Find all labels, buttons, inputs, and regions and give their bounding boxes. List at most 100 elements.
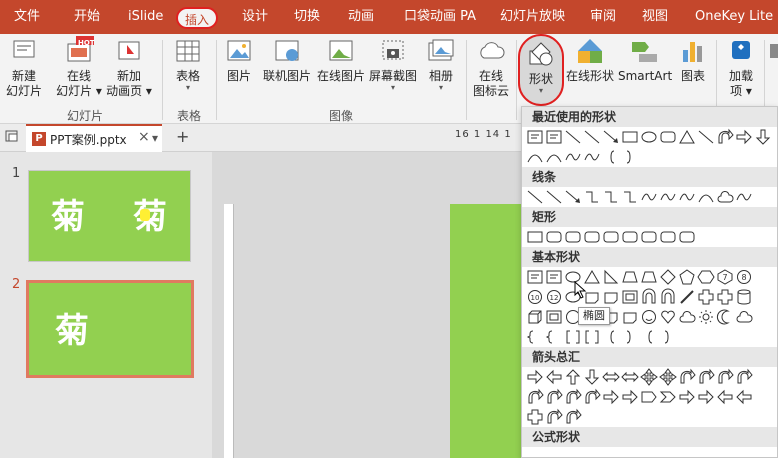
shape-ca[interactable] [678, 368, 696, 386]
new-slide-button[interactable]: 新建 幻灯片 [4, 36, 44, 99]
shape-n12[interactable]: 12 [545, 288, 563, 306]
shape-mn[interactable] [716, 308, 734, 326]
new-animation-page-button[interactable]: 新加 动画页 ▾ [106, 36, 152, 99]
shape-lb[interactable] [602, 148, 620, 166]
shape-pg[interactable] [678, 268, 696, 286]
shape-rr[interactable] [640, 228, 658, 246]
shape-cv[interactable] [697, 188, 715, 206]
shape-rc[interactable] [526, 228, 544, 246]
shape-wv[interactable] [564, 148, 582, 166]
shape-rb[interactable] [659, 328, 677, 346]
tab-design[interactable]: 设计 [242, 0, 268, 34]
shape-rr[interactable] [545, 228, 563, 246]
slide-canvas[interactable] [450, 204, 522, 458]
shape-cl[interactable] [678, 308, 696, 326]
shape-dm[interactable] [659, 268, 677, 286]
shape-lr[interactable] [621, 368, 639, 386]
shape-cv[interactable] [545, 148, 563, 166]
shape-ln[interactable] [545, 188, 563, 206]
shape-fr[interactable] [545, 308, 563, 326]
shape-ca[interactable] [697, 368, 715, 386]
new-tab-icon[interactable]: + [176, 127, 189, 146]
tab-insert[interactable]: 插入 [176, 7, 219, 29]
shape-ra[interactable] [526, 368, 544, 386]
shape-ln[interactable] [697, 128, 715, 146]
addins-button[interactable]: 加载 项 ▾ [722, 36, 760, 99]
shape-ca[interactable] [564, 408, 582, 426]
shape-lb[interactable] [602, 328, 620, 346]
shape-fn[interactable] [602, 288, 620, 306]
shape-rr[interactable] [659, 228, 677, 246]
shape-el3[interactable] [602, 188, 620, 206]
shape-ra[interactable] [735, 128, 753, 146]
shape-rr[interactable] [678, 228, 696, 246]
shape-ht[interactable] [659, 308, 677, 326]
shape-tb[interactable] [526, 128, 544, 146]
table-button[interactable]: 表格 ▾ [170, 36, 206, 92]
tab-transitions[interactable]: 切换 [294, 0, 320, 34]
tab-islide[interactable]: iSlide [128, 0, 163, 34]
shape-hx[interactable] [697, 268, 715, 286]
shape-rb[interactable] [621, 328, 639, 346]
pin-icon[interactable] [4, 128, 20, 144]
overflow-button[interactable] [768, 36, 778, 69]
online-picture-button[interactable]: 联机图片 [260, 36, 314, 84]
shape-ra[interactable] [678, 388, 696, 406]
shape-wv[interactable] [583, 148, 601, 166]
shape-sn[interactable] [697, 308, 715, 326]
online-picture-2-button[interactable]: 在线图片 [314, 36, 368, 84]
shape-el[interactable] [640, 128, 658, 146]
shape-rr[interactable] [583, 228, 601, 246]
shape-ar[interactable] [602, 128, 620, 146]
shape-ut[interactable] [659, 288, 677, 306]
document-tab[interactable]: P PPT案例.pptx × ▾ [26, 124, 162, 152]
tab-review[interactable]: 审阅 [590, 0, 616, 34]
shape-ra[interactable] [621, 388, 639, 406]
smartart-button[interactable]: SmartArt [618, 36, 672, 84]
screenshot-button[interactable]: 屏幕截图 ▾ [366, 36, 420, 92]
shape-el3[interactable] [583, 188, 601, 206]
shape-br[interactable] [545, 328, 563, 346]
shape-da[interactable] [583, 368, 601, 386]
album-button[interactable]: 相册 ▾ [424, 36, 458, 92]
online-icons-button[interactable]: 在线 图标云 [470, 36, 512, 99]
shape-pn[interactable] [640, 388, 658, 406]
shapes-button[interactable]: 形状 ▾ [518, 34, 564, 106]
shape-ca[interactable] [735, 368, 753, 386]
shape-dl[interactable] [678, 288, 696, 306]
shape-bbr[interactable] [583, 328, 601, 346]
shape-ca[interactable] [526, 388, 544, 406]
shape-rr[interactable] [621, 228, 639, 246]
shape-n7[interactable]: 7 [716, 268, 734, 286]
shape-ra[interactable] [602, 388, 620, 406]
shape-ca[interactable] [564, 388, 582, 406]
tab-view[interactable]: 视图 [642, 0, 668, 34]
shape-ua[interactable] [564, 368, 582, 386]
shape-da[interactable] [754, 128, 772, 146]
chart-button[interactable]: 图表 [676, 36, 710, 84]
picture-button[interactable]: 图片 [222, 36, 256, 84]
shape-q4[interactable] [640, 368, 658, 386]
shape-ch[interactable] [659, 388, 677, 406]
shape-ra[interactable] [697, 388, 715, 406]
tab-animations[interactable]: 动画 [348, 0, 374, 34]
shape-tb[interactable] [545, 268, 563, 286]
shape-n10[interactable]: 10 [526, 288, 544, 306]
shape-ca[interactable] [716, 128, 734, 146]
slide-thumbnail-2[interactable]: 菊 [26, 280, 194, 378]
shape-ar[interactable] [564, 188, 582, 206]
online-slide-button[interactable]: HOT 在线 幻灯片 ▾ [56, 36, 102, 99]
shape-la[interactable] [545, 368, 563, 386]
shape-tb[interactable] [526, 268, 544, 286]
shape-sm[interactable] [640, 308, 658, 326]
shape-ca[interactable] [545, 408, 563, 426]
shape-ca[interactable] [545, 388, 563, 406]
tab-pocket-animation[interactable]: 口袋动画 PA [404, 0, 476, 34]
shape-ln[interactable] [583, 128, 601, 146]
shape-la[interactable] [735, 388, 753, 406]
online-shapes-button[interactable]: 在线形状 [566, 36, 614, 84]
shape-wv[interactable] [640, 188, 658, 206]
shape-q4[interactable] [659, 368, 677, 386]
tab-slideshow[interactable]: 幻灯片放映 [500, 0, 565, 34]
shape-el3[interactable] [621, 188, 639, 206]
